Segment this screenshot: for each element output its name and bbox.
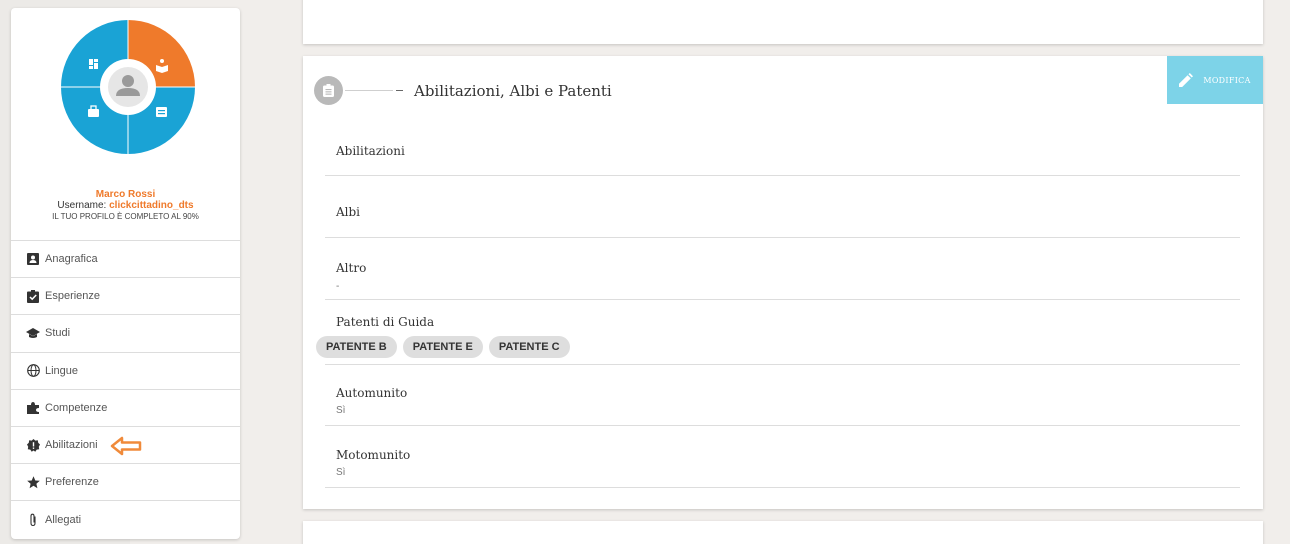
field-altro: Altro - [325,238,1240,300]
sidebar-item-studi[interactable]: Studi [11,315,240,353]
graduation-cap-icon [26,326,40,340]
sidebar-item-allegati[interactable]: Allegati [11,501,240,538]
next-section-card [303,521,1263,544]
sidebar-item-abilitazioni[interactable]: Abilitazioni [11,427,240,465]
globe-icon [26,364,40,378]
profile-sidebar: Marco Rossi Username: clickcittadino_dts… [11,8,240,539]
field-albi: Albi [325,176,1240,238]
sidebar-item-competenze[interactable]: Competenze [11,390,240,427]
sidebar-item-label: Studi [45,327,71,340]
license-chip: PATENTE C [488,336,570,358]
field-value: Sì [336,467,346,478]
sidebar-item-label: Anagrafica [45,253,98,266]
field-label: Abilitazioni [336,144,405,158]
clipboard-check-icon [26,289,40,303]
license-chips: PATENTE B PATENTE E PATENTE C [316,336,570,358]
field-value: Sì [336,405,346,416]
sidebar-item-label: Abilitazioni [45,439,98,452]
section-title: Abilitazioni, Albi e Patenti [414,81,612,100]
sidebar-item-label: Competenze [45,401,108,414]
edit-button[interactable]: MODIFICA [1167,56,1263,104]
sidebar-item-label: Allegati [45,513,82,526]
field-automunito: Automunito Sì [325,365,1240,426]
profile-wheel [61,20,195,154]
field-motomunito: Motomunito Sì [325,426,1240,488]
sidebar-item-anagrafica[interactable]: Anagrafica [11,241,240,279]
header-dash [396,90,403,91]
license-chip: PATENTE B [316,336,397,358]
sidebar-item-esperienze[interactable]: Esperienze [11,278,240,316]
field-label: Motomunito [336,448,411,462]
field-label: Albi [336,205,361,219]
field-label: Patenti di Guida [336,315,435,329]
username-label: Username: [57,200,110,211]
badge-alert-icon [26,438,40,452]
sidebar-item-lingue[interactable]: Lingue [11,353,240,390]
sidebar-item-label: Preferenze [45,476,99,489]
profile-name: Marco Rossi [95,189,156,200]
sidebar-item-preferenze[interactable]: Preferenze [11,464,240,502]
pencil-icon [1179,73,1194,87]
edit-button-label: MODIFICA [1203,75,1251,85]
username-value: clickcittadino_dts [109,200,194,211]
previous-section-card [303,0,1263,44]
abilitazioni-section-card: Abilitazioni, Albi e Patenti MODIFICA Ab… [303,56,1263,509]
clipboard-icon [314,76,343,105]
id-card-icon [26,252,40,266]
puzzle-icon [26,401,40,415]
left-arrow-icon [110,436,142,456]
sidebar-item-label: Lingue [45,364,79,377]
license-chip: PATENTE E [402,336,483,358]
star-icon [26,475,40,489]
profile-username: Username: clickcittadino_dts [11,200,240,211]
message-icon [156,107,167,117]
field-value: - [336,281,340,292]
field-abilitazioni: Abilitazioni [325,116,1240,176]
profile-completion: IL TUO PROFILO È COMPLETO AL 90% [52,212,199,221]
header-divider [345,90,393,91]
profile-summary: Marco Rossi Username: clickcittadino_dts… [11,8,240,241]
field-label: Altro [336,261,367,275]
paperclip-icon [26,513,40,527]
field-label: Automunito [336,386,408,400]
sidebar-item-label: Esperienze [45,290,101,303]
section-header: Abilitazioni, Albi e Patenti [314,76,612,105]
